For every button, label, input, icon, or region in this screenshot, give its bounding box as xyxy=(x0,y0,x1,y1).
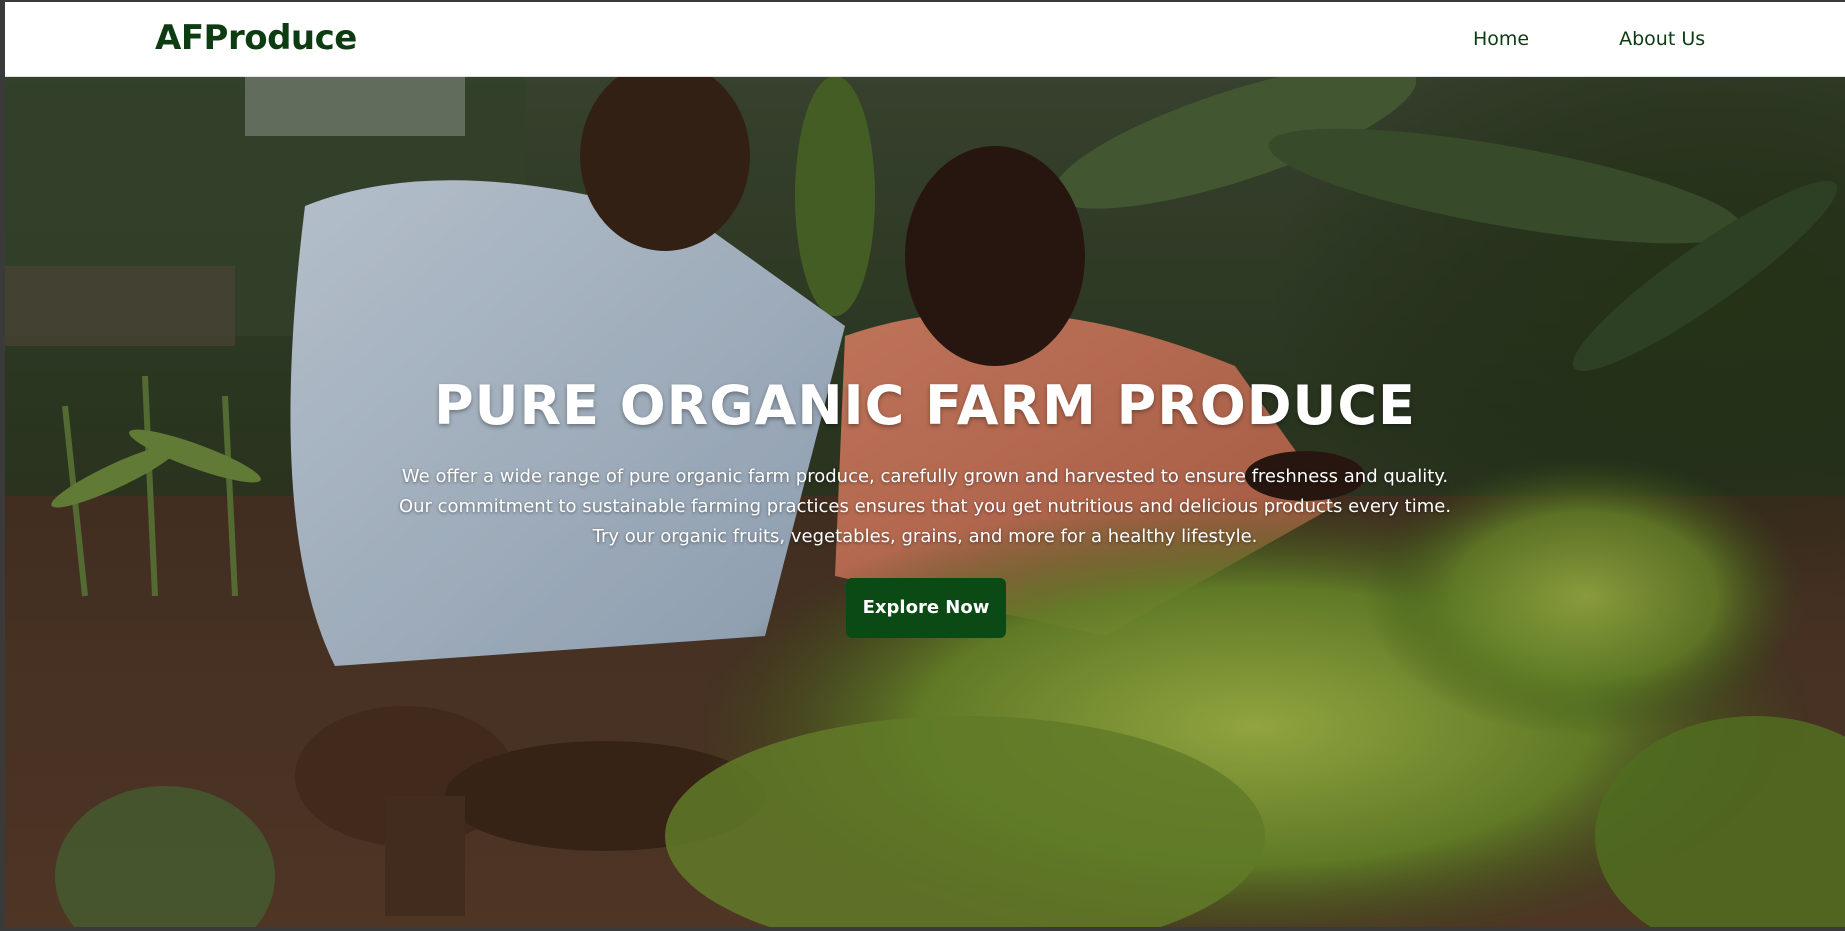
browser-viewport: AFProduce Home About Us PURE ORGANIC FAR… xyxy=(5,2,1845,927)
explore-now-button[interactable]: Explore Now xyxy=(846,578,1006,638)
hero-description: We offer a wide range of pure organic fa… xyxy=(5,462,1845,552)
hero-description-line: Try our organic fruits, vegetables, grai… xyxy=(592,526,1258,547)
nav-about-us-link[interactable]: About Us xyxy=(1619,26,1705,52)
hero-title: PURE ORGANIC FARM PRODUCE xyxy=(434,374,1416,437)
hero-section: PURE ORGANIC FARM PRODUCE We offer a wid… xyxy=(5,76,1845,927)
nav-links: Home About Us xyxy=(1473,26,1705,52)
navbar: AFProduce Home About Us xyxy=(5,2,1845,77)
nav-home-link[interactable]: Home xyxy=(1473,26,1529,52)
hero-description-line: We offer a wide range of pure organic fa… xyxy=(401,466,1449,487)
hero-description-line: Our commitment to sustainable farming pr… xyxy=(398,496,1452,517)
brand-logo[interactable]: AFProduce xyxy=(155,16,357,60)
